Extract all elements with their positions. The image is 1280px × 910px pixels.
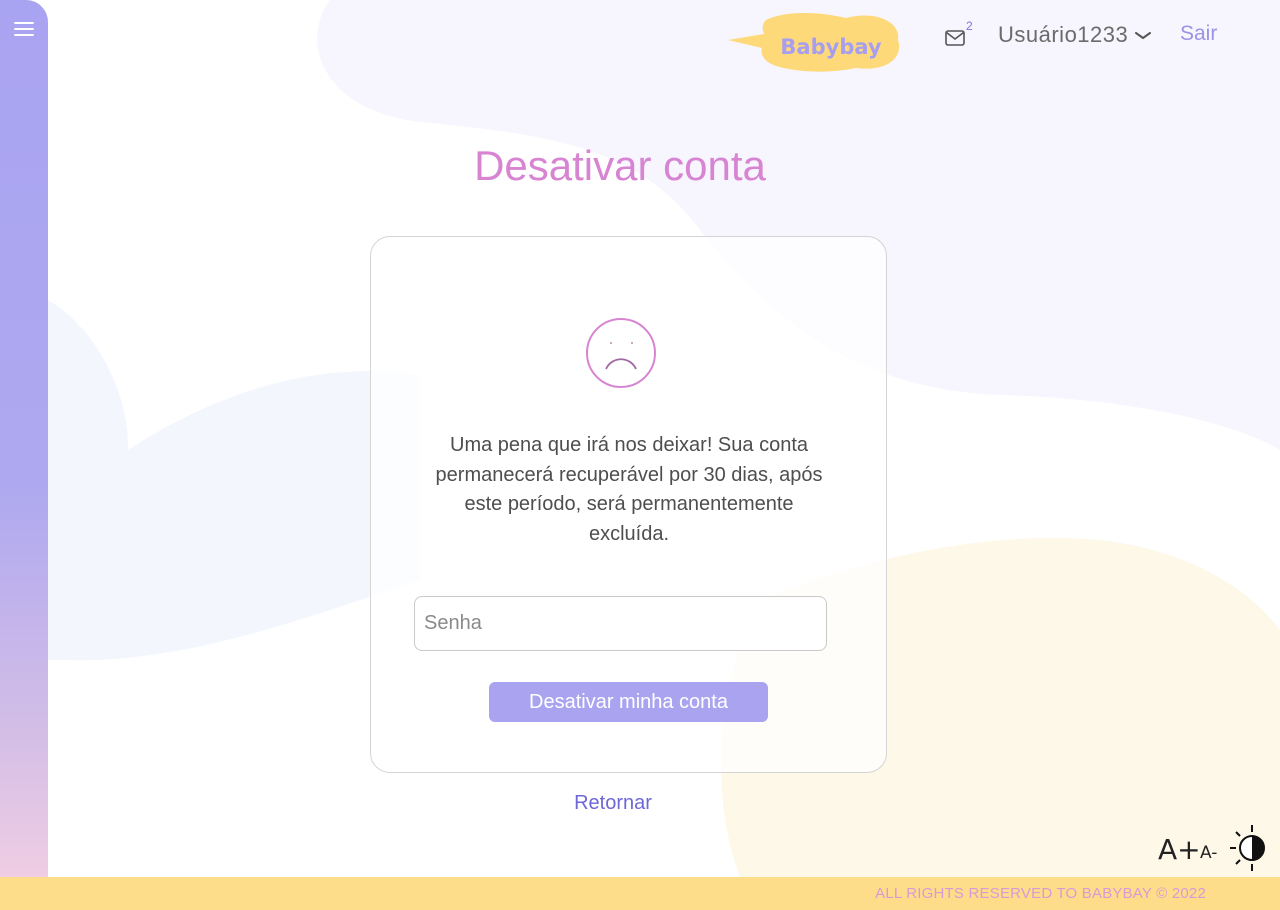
sidebar bbox=[0, 0, 48, 877]
page-title: Desativar conta bbox=[474, 142, 766, 189]
user-menu[interactable]: Usuário1233 bbox=[998, 22, 1128, 48]
mail-count-badge: 2 bbox=[966, 19, 973, 33]
font-increase-button[interactable]: A+ bbox=[1158, 833, 1201, 866]
deactivate-message: Uma pena que irá nos deixar! Sua conta p… bbox=[435, 434, 823, 545]
sad-face-icon bbox=[586, 318, 656, 388]
deactivate-card: Uma pena que irá nos deixar! Sua conta p… bbox=[370, 236, 887, 773]
menu-icon[interactable] bbox=[14, 22, 34, 38]
logo[interactable]: Babybay bbox=[726, 10, 906, 74]
return-link[interactable]: Retornar bbox=[540, 792, 686, 815]
font-decrease-button[interactable]: A- bbox=[1200, 843, 1217, 863]
logo-text: Babybay bbox=[780, 35, 882, 59]
contrast-icon[interactable] bbox=[1228, 824, 1272, 872]
chevron-down-icon[interactable] bbox=[1134, 31, 1152, 41]
logout-link[interactable]: Sair bbox=[1180, 22, 1217, 46]
footer: ALL RIGHTS RESERVED TO BABYBAY © 2022 bbox=[0, 877, 1280, 910]
bg-blob-blue bbox=[48, 300, 420, 661]
footer-copyright: ALL RIGHTS RESERVED TO BABYBAY © 2022 bbox=[875, 885, 1206, 902]
deactivate-account-button[interactable]: Desativar minha conta bbox=[489, 682, 768, 722]
password-input[interactable] bbox=[414, 596, 827, 651]
